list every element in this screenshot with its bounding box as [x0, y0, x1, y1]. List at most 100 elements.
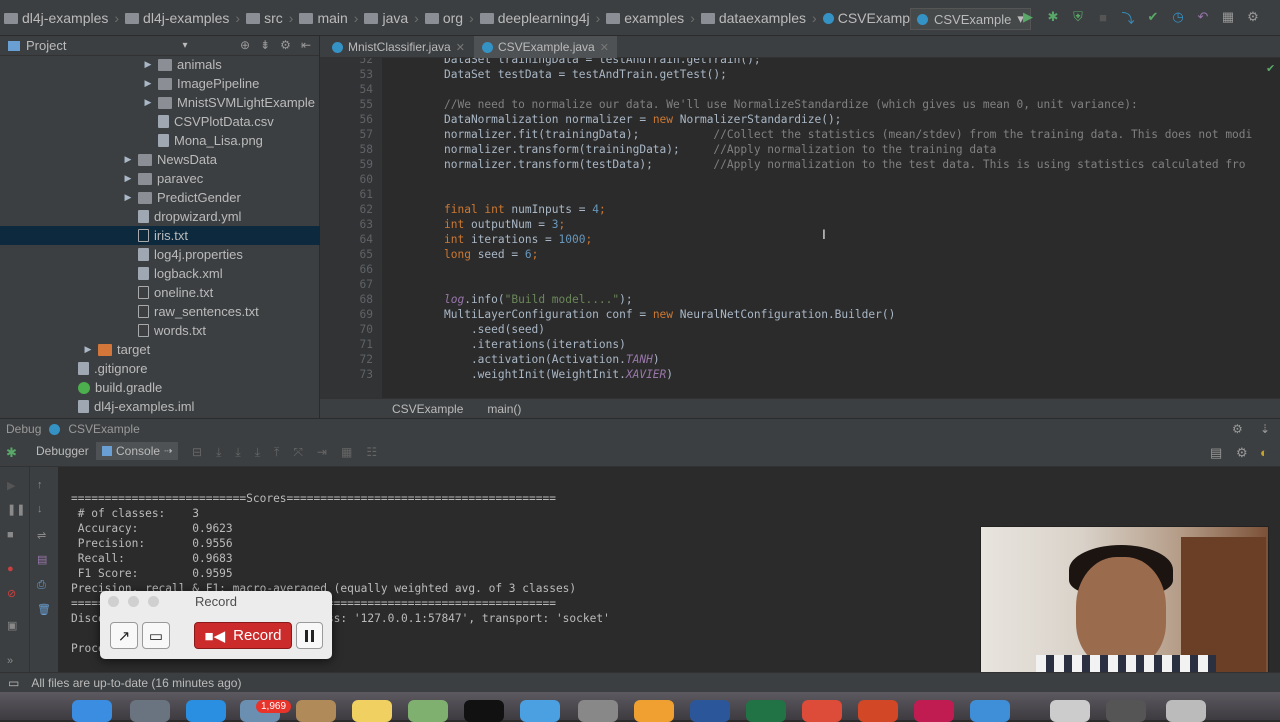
close-icon[interactable]: ✕: [456, 41, 465, 54]
trace-icon[interactable]: ☷: [366, 445, 377, 460]
expand-arrow-icon[interactable]: ▶: [122, 154, 134, 165]
settings-icon[interactable]: ⚙: [1245, 9, 1261, 25]
breadcrumb-method[interactable]: main(): [487, 402, 521, 416]
breadcrumb-class[interactable]: CSVExample: [392, 402, 463, 416]
hide-icon[interactable]: ⇤: [301, 38, 311, 52]
stop-icon[interactable]: ■: [7, 529, 21, 541]
tree-item[interactable]: ▶ MnistSVMLightExample: [0, 93, 320, 112]
tree-item[interactable]: oneline.txt: [0, 283, 320, 302]
run-to-cursor-icon[interactable]: ⇥: [317, 445, 327, 460]
expand-arrow-icon[interactable]: ▶: [142, 59, 154, 70]
chevron-down-icon[interactable]: ▾: [182, 40, 187, 51]
tree-item[interactable]: logback.xml: [0, 264, 320, 283]
pause-icon[interactable]: ❚❚: [7, 503, 25, 516]
collapse-all-icon[interactable]: ⇟: [260, 38, 270, 52]
camera-icon[interactable]: ▣: [7, 619, 21, 632]
maps-icon[interactable]: [408, 700, 448, 722]
drop-frame-icon[interactable]: ⤧: [293, 445, 303, 460]
tree-item[interactable]: iris.txt: [0, 226, 320, 245]
contacts-icon[interactable]: [296, 700, 336, 722]
structure-icon[interactable]: ▦: [1220, 9, 1236, 25]
word-icon[interactable]: [690, 700, 730, 722]
trash-icon[interactable]: [1166, 700, 1206, 722]
down-icon[interactable]: ↓: [37, 503, 51, 515]
debug-icon[interactable]: ✱: [1045, 9, 1061, 25]
breadcrumb-item[interactable]: main: [299, 10, 348, 26]
tree-item[interactable]: CSVPlotData.csv: [0, 112, 320, 131]
breadcrumb-item[interactable]: org: [424, 10, 463, 26]
rerun-icon[interactable]: ▶: [7, 479, 21, 492]
tree-item[interactable]: raw_sentences.txt: [0, 302, 320, 321]
tree-item[interactable]: dropwizard.yml: [0, 207, 320, 226]
excel-icon[interactable]: [746, 700, 786, 722]
tree-item[interactable]: build.gradle: [0, 378, 320, 397]
up-icon[interactable]: ↑: [37, 479, 51, 491]
restore-layout-icon[interactable]: ▤: [1210, 445, 1222, 461]
tree-item[interactable]: log4j.properties: [0, 245, 320, 264]
notes-icon[interactable]: [352, 700, 392, 722]
arrow-tool-button[interactable]: ↗: [110, 622, 138, 649]
safari-icon[interactable]: [186, 700, 226, 722]
force-step-into-icon[interactable]: ⤓: [255, 445, 260, 460]
scroll-to-end-icon[interactable]: ▤: [37, 553, 51, 566]
tree-item[interactable]: ▶ ImagePipeline: [0, 74, 320, 93]
finder-icon[interactable]: [72, 700, 112, 722]
record-button[interactable]: ■◀ Record: [194, 622, 292, 649]
intellij-icon[interactable]: [914, 700, 954, 722]
tab-csvexample[interactable]: CSVExample.java ✕: [474, 36, 617, 58]
gear-icon[interactable]: ⚙: [1232, 422, 1243, 436]
expand-arrow-icon[interactable]: ▶: [82, 344, 94, 355]
history-icon[interactable]: ◷: [1170, 9, 1186, 25]
expand-arrow-icon[interactable]: ▶: [122, 192, 134, 203]
code-editor[interactable]: 52 DataSet trainingData = testAndTrain.ge…: [320, 58, 1280, 398]
tree-item[interactable]: words.txt: [0, 321, 320, 340]
step-out-icon[interactable]: ⤒: [274, 445, 279, 460]
run-icon[interactable]: ▶: [1020, 9, 1036, 25]
revert-icon[interactable]: ↶: [1195, 9, 1211, 25]
hide-icon[interactable]: ◐: [1260, 445, 1268, 460]
tree-item[interactable]: ▶ animals: [0, 55, 320, 74]
downloads-icon[interactable]: [1106, 700, 1146, 722]
sublime-icon[interactable]: [634, 700, 674, 722]
step-over-icon[interactable]: ⤓: [216, 445, 221, 460]
view-breakpoints-icon[interactable]: ●: [7, 563, 21, 575]
evaluate-icon[interactable]: ▦: [341, 445, 352, 460]
tree-item[interactable]: ▶ PredictGender: [0, 188, 320, 207]
toggle-tool-windows-icon[interactable]: ▭: [8, 676, 19, 690]
chrome-icon[interactable]: [802, 700, 842, 722]
terminal-icon[interactable]: [464, 700, 504, 722]
show-execution-point-icon[interactable]: ⊟: [192, 445, 202, 460]
pin-icon[interactable]: ⇢: [164, 446, 172, 457]
breadcrumb-item[interactable]: dl4j-examples: [125, 10, 229, 26]
breadcrumb-item[interactable]: java: [364, 10, 408, 26]
print-icon[interactable]: ⎙: [37, 579, 51, 591]
breadcrumb-item[interactable]: examples: [606, 10, 684, 26]
more-icon[interactable]: »: [7, 655, 21, 667]
mute-breakpoints-icon[interactable]: ⊘: [7, 587, 21, 600]
powerpoint-icon[interactable]: [858, 700, 898, 722]
tree-item[interactable]: ▶ paravec: [0, 169, 320, 188]
tree-item[interactable]: Mona_Lisa.png: [0, 131, 320, 150]
tab-debugger[interactable]: Debugger: [36, 444, 89, 458]
commit-icon[interactable]: ✔: [1145, 9, 1161, 25]
soft-wrap-icon[interactable]: ⇌: [37, 529, 51, 542]
coverage-icon[interactable]: ⛨: [1070, 9, 1086, 25]
preview-icon[interactable]: [520, 700, 560, 722]
step-into-icon[interactable]: ⤓: [235, 445, 240, 460]
breadcrumb-item[interactable]: dataexamples: [700, 10, 806, 26]
tree-item[interactable]: dl4j-examples.iml: [0, 397, 320, 416]
breadcrumb-item[interactable]: deeplearning4j: [479, 10, 590, 26]
expand-arrow-icon[interactable]: ▶: [122, 173, 134, 184]
tree-item[interactable]: ▶ NewsData: [0, 150, 320, 169]
breadcrumb-item[interactable]: dl4j-examples: [4, 10, 108, 26]
launchpad-icon[interactable]: [130, 700, 170, 722]
clear-icon[interactable]: 🗑: [37, 603, 51, 616]
gear-icon[interactable]: ⚙: [280, 38, 291, 52]
expand-arrow-icon[interactable]: ▶: [142, 78, 154, 89]
update-icon[interactable]: ⤵: [1120, 9, 1136, 26]
pause-button[interactable]: [296, 622, 323, 649]
document-icon[interactable]: [1050, 700, 1090, 722]
tab-console[interactable]: Console ⇢: [96, 442, 179, 460]
tree-item[interactable]: .gitignore: [0, 359, 320, 378]
settings-icon[interactable]: ⚙: [1236, 445, 1248, 461]
